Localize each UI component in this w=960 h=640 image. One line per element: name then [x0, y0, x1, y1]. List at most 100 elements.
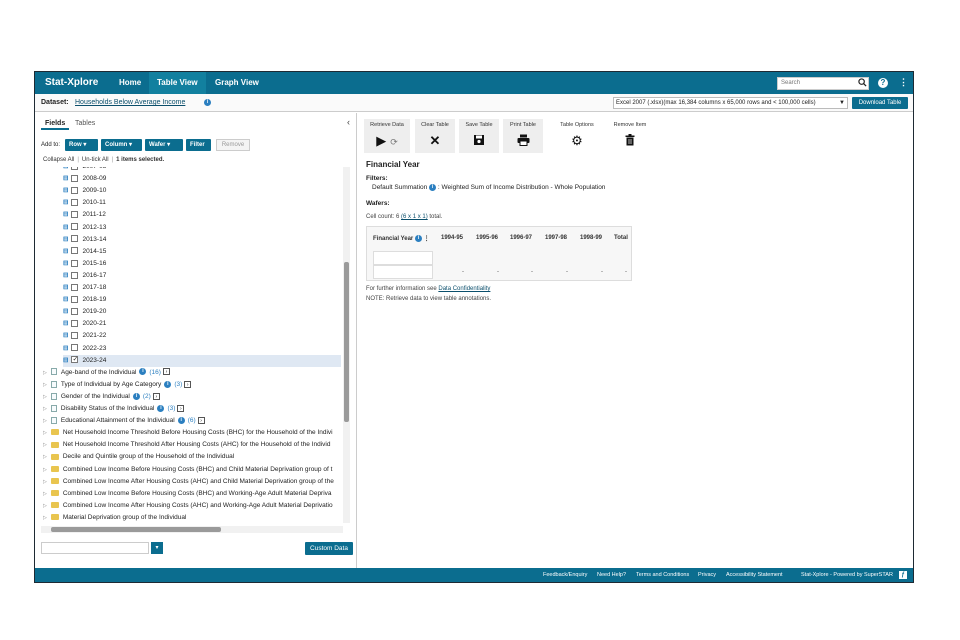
more-menu-icon[interactable]: ⋮ — [899, 77, 908, 88]
collapse-node-icon[interactable]: ⊟ — [63, 187, 68, 194]
collapse-node-icon[interactable]: ⊟ — [63, 296, 68, 303]
scrollbar-thumb[interactable] — [51, 527, 221, 532]
collapse-node-icon[interactable]: ⊟ — [63, 284, 68, 291]
checkbox[interactable] — [71, 332, 79, 340]
expand-arrow-icon[interactable]: ▷ — [43, 503, 47, 509]
collapse-node-icon[interactable]: ⊟ — [63, 211, 68, 218]
horizontal-scrollbar[interactable] — [41, 526, 343, 533]
checkbox[interactable] — [71, 223, 79, 231]
row-header[interactable]: Financial Year i ⋮ — [373, 235, 430, 242]
collapse-node-icon[interactable]: ⊟ — [63, 199, 68, 206]
tab-fields[interactable]: Fields — [41, 119, 70, 130]
chevron-right-icon[interactable]: › — [152, 392, 160, 400]
cell-count-link[interactable]: (6 x 1 x 1) — [401, 214, 428, 220]
checkbox[interactable] — [71, 174, 79, 182]
tree-year-item[interactable]: ⊟ 2013-14 — [63, 234, 106, 246]
retrieve-data-button[interactable]: Retrieve Data ▶ ⟳ — [364, 119, 410, 153]
tree-year-item[interactable]: ⊟ 2012-13 — [63, 222, 106, 234]
expand-arrow-icon[interactable]: ▷ — [43, 382, 47, 388]
info-icon[interactable]: i — [157, 404, 165, 412]
add-filter-button[interactable]: Filter — [186, 139, 211, 151]
expand-arrow-icon[interactable]: ▷ — [43, 442, 47, 448]
collapse-node-icon[interactable]: ⊟ — [63, 236, 68, 243]
chevron-right-icon[interactable]: › — [177, 404, 185, 412]
footer-link-help[interactable]: Need Help? — [597, 568, 626, 582]
collapse-node-icon[interactable]: ⊟ — [63, 320, 68, 327]
footer-link-accessibility[interactable]: Accessibility Statement — [726, 568, 783, 582]
tree-field-item[interactable]: ▷ Combined Low Income After Housing Costs… — [43, 500, 343, 512]
info-icon[interactable]: i — [132, 392, 140, 400]
untick-all-link[interactable]: Un-tick All — [82, 157, 109, 163]
tree-field-item[interactable]: ▷ Material Deprivation group of the Indiv… — [43, 512, 343, 521]
tree-year-item[interactable]: ⊟ 2008-09 — [63, 173, 106, 185]
tree-field-item[interactable]: ▷ Decile and Quintile group of the Househ… — [43, 451, 343, 463]
dataset-name-link[interactable]: Households Below Average Income — [75, 99, 185, 106]
checkbox[interactable] — [71, 283, 79, 291]
collapse-node-icon[interactable]: ⊟ — [63, 272, 68, 279]
checkbox[interactable] — [71, 235, 79, 243]
info-icon[interactable]: i — [139, 368, 147, 376]
collapse-node-icon[interactable]: ⊟ — [63, 224, 68, 231]
tree-year-item[interactable]: ⊟ 2017-18 — [63, 282, 106, 294]
tree-field-item[interactable]: ▷ Net Household Income Threshold After Ho… — [43, 439, 343, 451]
tree-year-item[interactable]: ⊟ 2018-19 — [63, 294, 106, 306]
vertical-scrollbar[interactable] — [343, 167, 350, 523]
info-icon[interactable]: i — [204, 99, 211, 106]
expand-arrow-icon[interactable]: ▷ — [43, 467, 47, 473]
checkbox[interactable] — [71, 295, 79, 303]
save-table-button[interactable]: Save Table — [459, 119, 499, 153]
collapse-node-icon[interactable]: ⊟ — [63, 248, 68, 255]
scrollbar-thumb[interactable] — [344, 262, 349, 422]
collapse-node-icon[interactable]: ⊟ — [63, 260, 68, 267]
collapse-node-icon[interactable]: ⊟ — [63, 167, 68, 170]
tree-year-item[interactable]: ⊟ 2020-21 — [63, 318, 106, 330]
checkbox[interactable] — [71, 211, 79, 219]
help-icon[interactable]: ? — [878, 78, 888, 88]
nav-home[interactable]: Home — [111, 72, 149, 94]
table-options-button[interactable]: Table Options ⚙ — [553, 119, 601, 153]
expand-arrow-icon[interactable]: ▷ — [43, 406, 47, 412]
checkbox[interactable] — [71, 307, 79, 315]
download-table-button[interactable]: Download Table — [852, 97, 908, 109]
tree-field-item[interactable]: ▷ Net Household Income Threshold Before H… — [43, 427, 343, 439]
chevron-right-icon[interactable]: › — [184, 380, 192, 388]
collapse-node-icon[interactable]: ⊟ — [63, 332, 68, 339]
tree-year-item[interactable]: ⊟ 2010-11 — [63, 197, 106, 209]
column-header[interactable]: 1998-99 — [580, 235, 602, 241]
tab-tables[interactable]: Tables — [75, 120, 95, 127]
tree-year-item[interactable]: ⊟ 2021-22 — [63, 330, 106, 342]
checkbox[interactable] — [71, 167, 79, 170]
collapse-node-icon[interactable]: ⊟ — [63, 345, 68, 352]
footer-link-terms[interactable]: Terms and Conditions — [636, 568, 689, 582]
info-icon[interactable]: i — [177, 416, 185, 424]
tree-field-item[interactable]: ▷ Combined Low Income After Housing Costs… — [43, 476, 343, 488]
expand-arrow-icon[interactable]: ▷ — [43, 370, 47, 376]
tree-field-item[interactable]: ▷ Combined Low Income Before Housing Cost… — [43, 488, 343, 500]
collapse-node-icon[interactable]: ⊟ — [63, 175, 68, 182]
column-header[interactable]: 1994-95 — [441, 235, 463, 241]
column-header[interactable]: 1996-97 — [510, 235, 532, 241]
custom-data-button[interactable]: Custom Data — [305, 542, 353, 555]
chevron-right-icon[interactable]: › — [197, 416, 205, 424]
brand-logo[interactable]: Stat-Xplore — [45, 77, 98, 88]
tree-field-item[interactable]: ▷ Educational Attainment of the Individua… — [43, 415, 343, 427]
clear-table-button[interactable]: Clear Table ✕ — [415, 119, 455, 153]
column-header[interactable]: 1995-96 — [476, 235, 498, 241]
collapse-node-icon[interactable]: ⊟ — [63, 357, 68, 364]
expand-arrow-icon[interactable]: ▷ — [43, 418, 47, 424]
remove-button[interactable]: Remove — [216, 139, 250, 151]
tree-year-item[interactable]: ⊟ 2014-15 — [63, 246, 106, 258]
print-table-button[interactable]: Print Table — [503, 119, 543, 153]
export-format-select[interactable]: Excel 2007 (.xlsx)(max 16,384 columns x … — [613, 97, 848, 109]
tree-year-item[interactable]: ⊟ 2009-10 — [63, 185, 106, 197]
tree-year-item[interactable]: ⊟ 2019-20 — [63, 306, 106, 318]
tree-year-item[interactable]: ⊟ 2015-16 — [63, 258, 106, 270]
expand-arrow-icon[interactable]: ▷ — [43, 491, 47, 497]
nav-table-view[interactable]: Table View — [149, 72, 206, 94]
checkbox[interactable] — [71, 320, 79, 328]
add-wafer-button[interactable]: Wafer ▾ — [145, 139, 183, 151]
column-header[interactable]: Total — [614, 235, 628, 241]
add-row-button[interactable]: Row ▾ — [65, 139, 98, 151]
tree-field-item[interactable]: ▷ Combined Low Income Before Housing Cost… — [43, 464, 343, 476]
tree-year-item[interactable]: ⊟ 2016-17 — [63, 270, 106, 282]
